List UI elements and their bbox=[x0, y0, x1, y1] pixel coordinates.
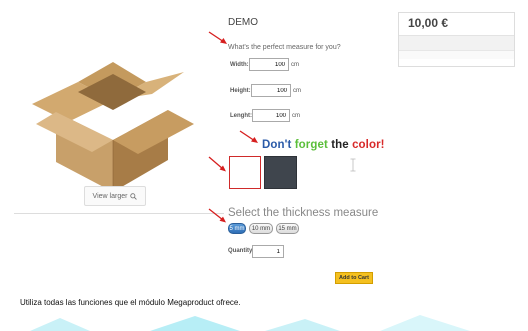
length-input[interactable] bbox=[252, 109, 290, 122]
color-headline: Don't forget the color! bbox=[262, 139, 385, 151]
view-larger-button[interactable]: View larger bbox=[84, 186, 146, 206]
height-label: Height: bbox=[230, 88, 251, 94]
length-unit: cm bbox=[292, 113, 300, 119]
divider bbox=[14, 213, 224, 214]
headline-word-forget: forget bbox=[294, 139, 328, 151]
red-arrow-icon bbox=[239, 130, 258, 143]
view-larger-label: View larger bbox=[92, 192, 128, 200]
quantity-label: Quantity: bbox=[228, 248, 255, 254]
width-label: Width: bbox=[230, 62, 249, 68]
headline-word-the: the bbox=[331, 139, 349, 151]
decorative-shapes bbox=[30, 315, 470, 331]
red-arrow-icon bbox=[208, 156, 226, 172]
price-box-row bbox=[399, 50, 514, 59]
height-input[interactable] bbox=[251, 84, 291, 97]
width-input[interactable] bbox=[249, 58, 289, 71]
footer-text: Utiliza todas las funciones que el módul… bbox=[20, 298, 241, 307]
thickness-15mm-button[interactable]: 15 mm bbox=[276, 223, 299, 234]
height-unit: cm bbox=[293, 88, 301, 94]
product-image[interactable] bbox=[18, 52, 208, 200]
width-unit: cm bbox=[291, 62, 299, 68]
quantity-input[interactable] bbox=[252, 245, 284, 258]
length-label: Lenght: bbox=[230, 113, 252, 119]
thickness-5mm-button[interactable]: 5 mm bbox=[228, 223, 246, 234]
thickness-title: Select the thickness measure bbox=[228, 207, 379, 219]
swatch-gray[interactable] bbox=[264, 156, 297, 189]
zoom-icon bbox=[130, 192, 138, 200]
headline-word-dont: Don't bbox=[262, 139, 292, 151]
thickness-10mm-button[interactable]: 10 mm bbox=[249, 223, 273, 234]
price-box-row bbox=[399, 35, 514, 51]
measure-question: What's the perfect measure for you? bbox=[228, 44, 341, 51]
headline-word-color: color! bbox=[352, 139, 385, 151]
text-cursor-icon bbox=[350, 158, 356, 172]
price: 10,00 € bbox=[408, 16, 449, 30]
swatch-white[interactable] bbox=[229, 156, 261, 189]
product-title: DEMO bbox=[228, 17, 258, 28]
add-to-cart-button[interactable]: Add to Cart bbox=[335, 272, 373, 284]
